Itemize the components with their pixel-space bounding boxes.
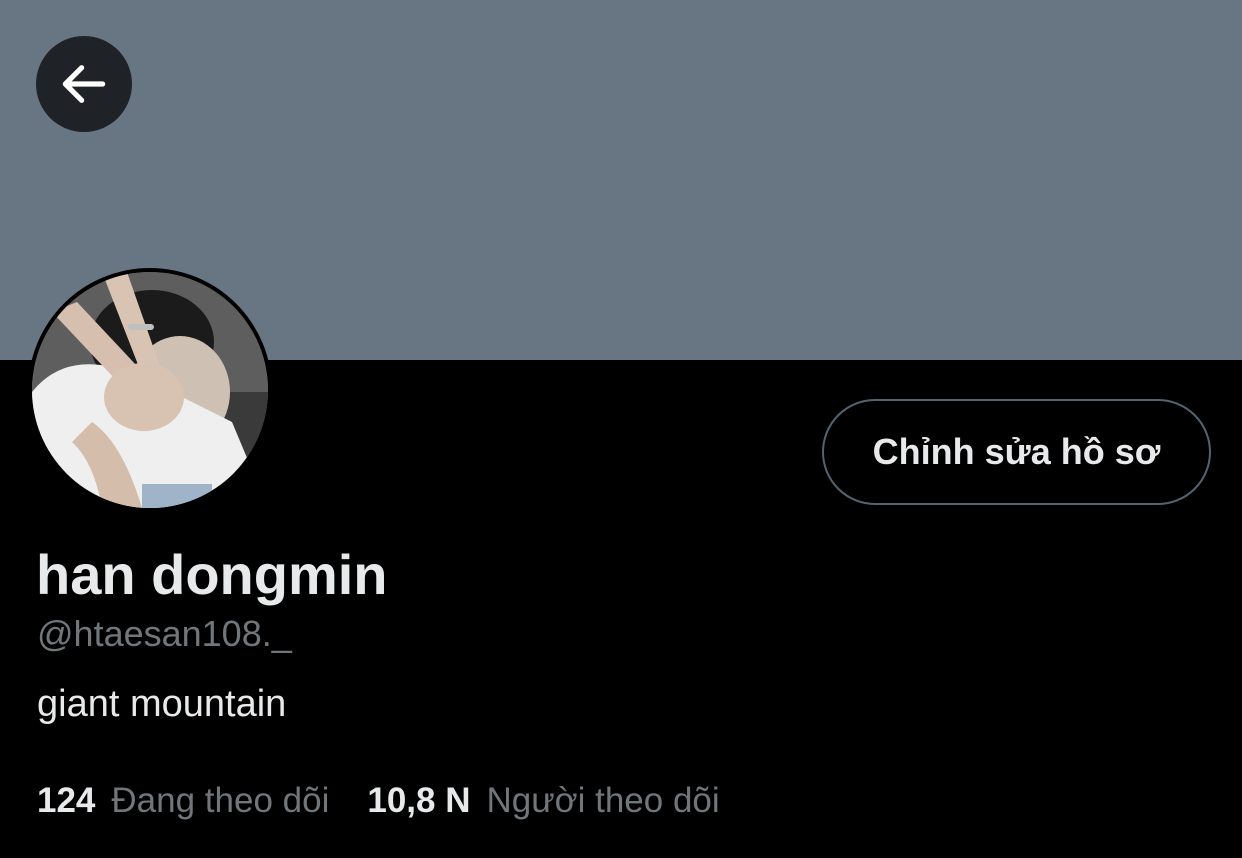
- edit-profile-button[interactable]: Chỉnh sửa hồ sơ: [822, 399, 1211, 505]
- followers-count: 10,8 N: [367, 781, 471, 820]
- arrow-left-icon: [62, 65, 106, 103]
- display-name: han dongmin: [36, 543, 388, 606]
- following-link[interactable]: 124 Đang theo dõi: [37, 776, 329, 826]
- profile-bio: giant mountain: [37, 683, 287, 725]
- avatar[interactable]: [28, 268, 272, 512]
- profile-stats: 124 Đang theo dõi 10,8 N Người theo dõi: [37, 776, 720, 826]
- following-count: 124: [37, 781, 96, 820]
- avatar-photo: [32, 272, 268, 508]
- followers-label: Người theo dõi: [486, 781, 720, 820]
- followers-link[interactable]: 10,8 N Người theo dõi: [367, 776, 719, 826]
- user-handle: @htaesan108._: [37, 613, 292, 654]
- back-button[interactable]: [36, 36, 132, 132]
- following-label: Đang theo dõi: [111, 781, 330, 820]
